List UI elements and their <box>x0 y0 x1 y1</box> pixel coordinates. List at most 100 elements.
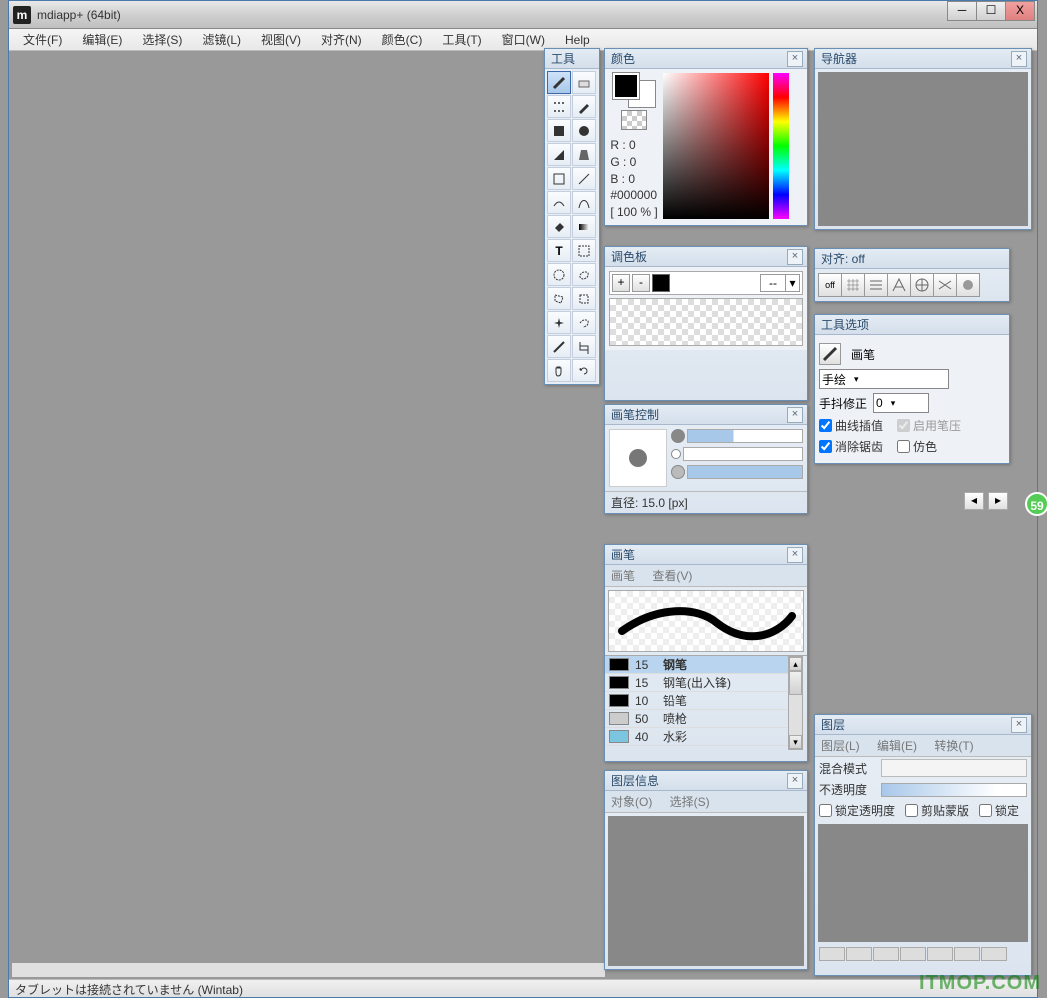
menu-help[interactable]: Help <box>555 31 600 49</box>
brush-item[interactable]: 15 钢笔(出入锋) <box>605 674 791 692</box>
resize-grip-icon[interactable]: ⋰ <box>1019 216 1029 227</box>
tool-select-lasso2[interactable] <box>572 311 596 334</box>
align-panel-header[interactable]: 对齐: off <box>815 249 1009 269</box>
tool-gradient[interactable] <box>572 215 596 238</box>
layer-thumb[interactable] <box>873 947 899 961</box>
close-icon[interactable]: × <box>787 773 803 789</box>
menu-tool[interactable]: 工具(T) <box>432 29 491 50</box>
menu-color[interactable]: 颜色(C) <box>372 29 433 50</box>
tool-select-ellipse[interactable] <box>547 263 571 286</box>
brush-sub-brush[interactable]: 画笔 <box>611 569 635 583</box>
fg-color-swatch[interactable] <box>613 73 639 99</box>
close-icon[interactable]: × <box>787 547 803 563</box>
palette-area[interactable] <box>609 298 803 346</box>
close-icon[interactable]: × <box>787 407 803 423</box>
tool-bezier[interactable] <box>572 191 596 214</box>
sv-picker[interactable] <box>663 73 769 219</box>
layer-thumb[interactable] <box>819 947 845 961</box>
palette-dropdown[interactable]: --▾ <box>760 274 800 292</box>
brush-control-header[interactable]: 画笔控制 × <box>605 405 807 425</box>
tool-rect-fill[interactable] <box>547 119 571 142</box>
titlebar[interactable]: m mdiapp+ (64bit) ─ ☐ X <box>9 1 1037 29</box>
palette-remove-button[interactable]: - <box>632 274 650 292</box>
prev-button[interactable]: ◂ <box>964 492 984 510</box>
tool-lasso-poly[interactable] <box>547 287 571 310</box>
align-perspective-button[interactable] <box>887 273 911 297</box>
align-circle-button[interactable] <box>956 273 980 297</box>
hue-slider[interactable] <box>773 73 789 219</box>
tools-panel[interactable]: 工具 T <box>544 48 600 385</box>
tool-crop[interactable] <box>572 335 596 358</box>
brush-item[interactable]: 40 水彩 <box>605 728 791 746</box>
tool-text[interactable]: T <box>547 239 571 262</box>
aa-checkbox[interactable]: 消除锯齿 <box>819 438 883 455</box>
palette-panel[interactable]: 调色板 × + - --▾ <box>604 246 808 401</box>
brush-size-slider[interactable] <box>687 429 803 443</box>
next-button[interactable]: ▸ <box>988 492 1008 510</box>
close-icon[interactable]: × <box>787 51 803 67</box>
close-icon[interactable]: × <box>787 249 803 265</box>
navigator-view[interactable] <box>818 72 1028 226</box>
tool-move[interactable] <box>547 95 571 118</box>
layer-thumb[interactable] <box>954 947 980 961</box>
tool-line[interactable] <box>572 167 596 190</box>
brush-panel[interactable]: 画笔 × 画笔 查看(V) 15 钢笔 15 钢笔(出入锋) 10 铅笔 <box>604 544 808 762</box>
layers-sub-layer[interactable]: 图层(L) <box>821 739 860 753</box>
palette-add-button[interactable]: + <box>612 274 630 292</box>
close-icon[interactable]: × <box>1011 717 1027 733</box>
layers-list-area[interactable] <box>818 824 1028 942</box>
layers-panel[interactable]: 图层 × 图层(L) 编辑(E) 转换(T) 混合模式 不透明度 锁定透明度 剪… <box>814 714 1032 976</box>
draw-mode-dropdown[interactable]: 手绘▾ <box>819 369 949 389</box>
minimize-button[interactable]: ─ <box>947 1 977 21</box>
tool-bucket[interactable] <box>547 215 571 238</box>
menu-filter[interactable]: 滤镜(L) <box>192 29 251 50</box>
tool-select-rect[interactable] <box>572 239 596 262</box>
fgbg-swatch[interactable] <box>613 73 655 107</box>
tool-options-header[interactable]: 工具选项 <box>815 315 1009 335</box>
tool-rotate[interactable] <box>572 359 596 382</box>
tool-cone[interactable] <box>572 143 596 166</box>
layers-sub-convert[interactable]: 转换(T) <box>934 739 973 753</box>
horizontal-scrollbar[interactable] <box>11 962 606 978</box>
tool-eraser[interactable] <box>572 71 596 94</box>
curve-checkbox[interactable]: 曲线插值 <box>819 417 883 434</box>
brush-sub-view[interactable]: 查看(V) <box>652 569 692 583</box>
align-grid-button[interactable] <box>841 273 865 297</box>
layer-info-panel[interactable]: 图层信息 × 对象(O) 选择(S) <box>604 770 808 970</box>
brush-item[interactable]: 15 钢笔 <box>605 656 791 674</box>
brush-softness-slider[interactable] <box>687 465 803 479</box>
brush-scrollbar[interactable]: ▴ ▾ <box>788 656 803 750</box>
tool-magic-wand[interactable] <box>547 311 571 334</box>
lock-checkbox[interactable]: 锁定 <box>979 802 1019 819</box>
alpha-swatch[interactable] <box>621 110 647 130</box>
menu-align[interactable]: 对齐(N) <box>311 29 372 50</box>
menu-select[interactable]: 选择(S) <box>132 29 192 50</box>
brush-panel-header[interactable]: 画笔 × <box>605 545 807 565</box>
linfo-sub-object[interactable]: 对象(O) <box>611 795 652 809</box>
tool-eyedropper[interactable] <box>572 95 596 118</box>
align-off-button[interactable]: off <box>818 273 842 297</box>
tool-circle-fill[interactable] <box>572 119 596 142</box>
stabilizer-dropdown[interactable]: 0▾ <box>873 393 929 413</box>
layer-thumb[interactable] <box>846 947 872 961</box>
layer-thumb[interactable] <box>900 947 926 961</box>
close-icon[interactable]: × <box>1011 51 1027 67</box>
palette-panel-header[interactable]: 调色板 × <box>605 247 807 267</box>
layer-info-header[interactable]: 图层信息 × <box>605 771 807 791</box>
menu-file[interactable]: 文件(F) <box>13 29 72 50</box>
lock-opacity-checkbox[interactable]: 锁定透明度 <box>819 802 895 819</box>
layer-thumb[interactable] <box>981 947 1007 961</box>
layers-sub-edit[interactable]: 编辑(E) <box>877 739 917 753</box>
scroll-down-icon[interactable]: ▾ <box>789 735 802 749</box>
tool-pen[interactable] <box>547 71 571 94</box>
close-button[interactable]: X <box>1005 1 1035 21</box>
linfo-sub-select[interactable]: 选择(S) <box>670 795 710 809</box>
menu-window[interactable]: 窗口(W) <box>492 29 555 50</box>
menu-view[interactable]: 视图(V) <box>251 29 311 50</box>
brush-opacity-slider[interactable] <box>683 447 803 461</box>
layers-panel-header[interactable]: 图层 × <box>815 715 1031 735</box>
tool-ruler[interactable] <box>547 335 571 358</box>
dither-checkbox[interactable]: 仿色 <box>897 438 937 455</box>
layer-thumb[interactable] <box>927 947 953 961</box>
tool-rect-outline[interactable] <box>547 167 571 190</box>
